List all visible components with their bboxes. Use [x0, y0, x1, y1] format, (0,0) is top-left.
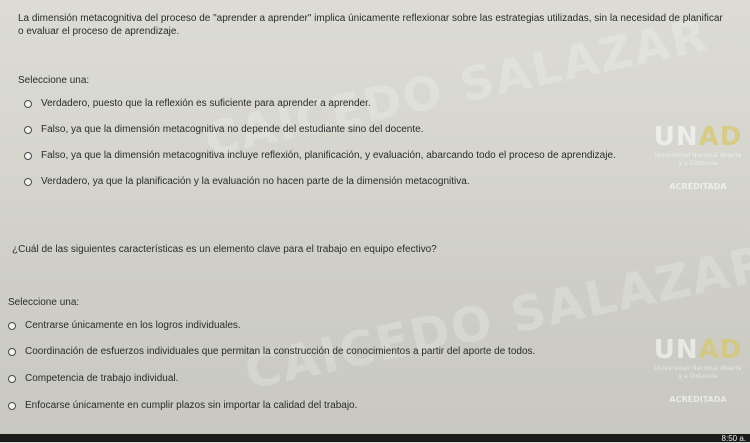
question-1-option-a[interactable]: Verdadero, puesto que la reflexión es su… [24, 98, 371, 109]
question-1-text: La dimensión metacognitiva del proceso d… [18, 13, 723, 37]
option-label: Verdadero, puesto que la reflexión es su… [41, 98, 371, 109]
option-label: Verdadero, ya que la planificación y la … [41, 176, 470, 187]
option-label: Falso, ya que la dimensión metacognitiva… [41, 150, 616, 161]
option-label: Competencia de trabajo individual. [25, 373, 179, 384]
radio-button[interactable] [8, 321, 16, 330]
question-1-option-c[interactable]: Falso, ya que la dimensión metacognitiva… [24, 150, 616, 161]
taskbar: 8:50 a. [0, 434, 750, 443]
option-label: Enfocarse únicamente en cumplir plazos s… [25, 400, 358, 411]
question-2-option-b[interactable]: Coordinación de esfuerzos individuales q… [8, 346, 535, 357]
radio-button[interactable] [24, 151, 32, 160]
question-2-prompt: Seleccione una: [8, 297, 80, 308]
radio-button[interactable] [8, 401, 16, 410]
question-1-prompt: Seleccione una: [18, 75, 90, 86]
unad-logo: UNAD Universidad Nacional Abierta y a Di… [653, 122, 743, 191]
radio-button[interactable] [8, 347, 16, 356]
radio-button[interactable] [24, 99, 32, 108]
question-1-option-b[interactable]: Falso, ya que la dimensión metacognitiva… [24, 124, 423, 135]
question-2-text: ¿Cuál de las siguientes características … [12, 244, 437, 255]
question-2-option-c[interactable]: Competencia de trabajo individual. [8, 373, 178, 384]
unad-logo: UNAD Universidad Nacional Abierta y a Di… [653, 335, 743, 404]
radio-button[interactable] [8, 374, 16, 383]
option-label: Falso, ya que la dimensión metacognitiva… [41, 124, 424, 135]
radio-button[interactable] [24, 125, 32, 134]
question-2-option-d[interactable]: Enfocarse únicamente en cumplir plazos s… [8, 400, 357, 411]
question-2-option-a[interactable]: Centrarse únicamente en los logros indiv… [8, 320, 241, 331]
radio-button[interactable] [24, 177, 32, 186]
option-label: Centrarse únicamente en los logros indiv… [25, 320, 241, 331]
question-1-option-d[interactable]: Verdadero, ya que la planificación y la … [24, 176, 470, 187]
option-label: Coordinación de esfuerzos individuales q… [25, 346, 536, 357]
